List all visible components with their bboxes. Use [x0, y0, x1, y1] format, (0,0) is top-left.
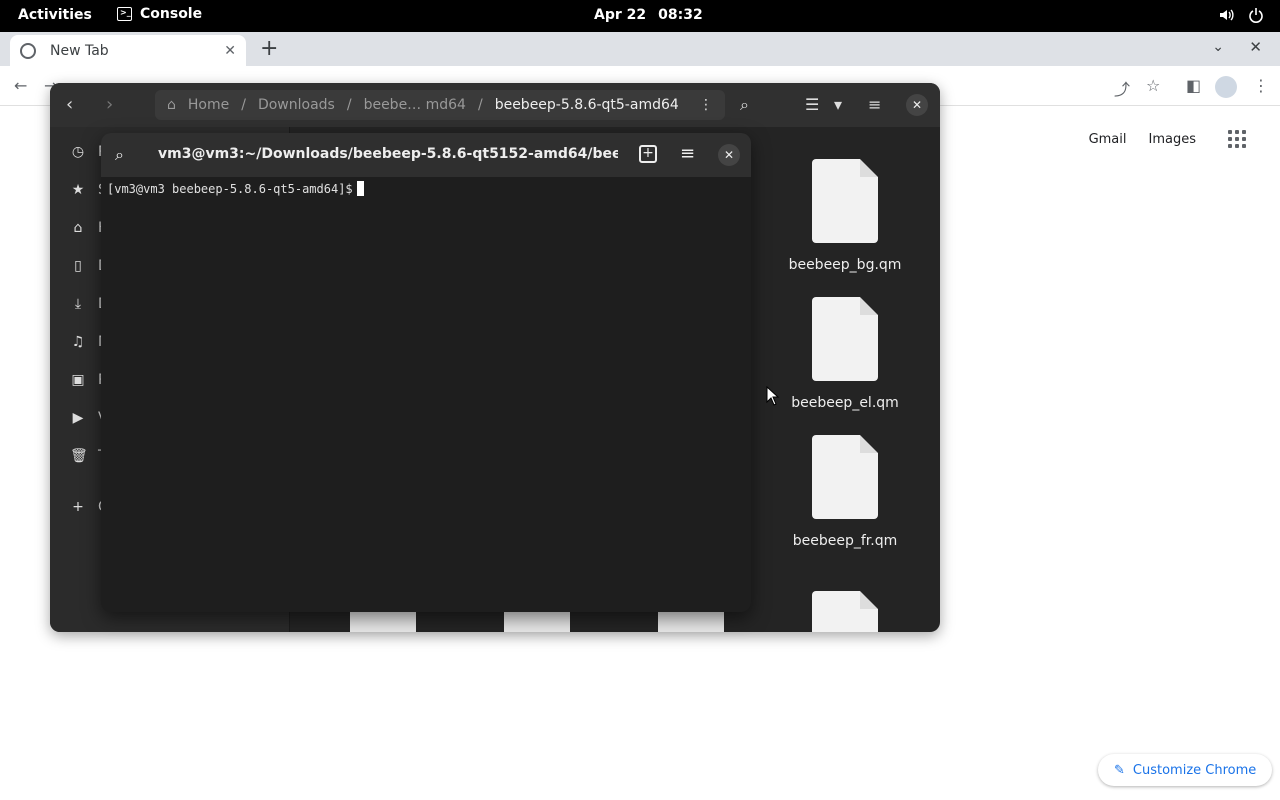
file-icon	[812, 297, 878, 381]
side-panel-icon[interactable]: ◧	[1186, 76, 1201, 95]
customize-label: Customize Chrome	[1132, 762, 1257, 778]
images-link[interactable]: Images	[1149, 132, 1197, 147]
file-item[interactable]: beebeep_bg.qm	[785, 159, 905, 273]
clock-icon: ◷	[71, 144, 85, 160]
tab-search-chevron-icon[interactable]: ⌄	[1212, 39, 1224, 55]
music-icon: ♫	[71, 334, 85, 350]
picture-icon: ▣	[71, 372, 85, 388]
mouse-pointer-icon	[766, 386, 780, 406]
file-thumbnail[interactable]	[504, 611, 570, 632]
file-name: beebeep_fr.qm	[792, 533, 898, 549]
file-icon	[812, 591, 878, 632]
power-icon	[1249, 8, 1263, 23]
home-icon: ⌂	[167, 97, 176, 113]
search-icon[interactable]: ⌕	[740, 95, 749, 115]
top-bar: Activities >_ Console Apr 22 08:32	[0, 0, 1280, 32]
tab-title: New Tab	[50, 42, 109, 59]
home-icon: ⌂	[73, 220, 83, 236]
chrome-tab-strip: New Tab ✕	[0, 32, 1280, 66]
app-name: Console	[140, 6, 203, 22]
chrome-menu-icon[interactable]: ⋮	[1253, 76, 1269, 95]
files-header: ‹ › ⌂ Home / Downloads / beebe… md64 / b…	[50, 83, 940, 127]
customize-chrome-button[interactable]: ✎ Customize Chrome	[1098, 754, 1273, 786]
view-options-chevron-icon[interactable]: ▾	[834, 95, 842, 114]
console-window: ⌕ vm3@vm3:~/Downloads/beebeep-5.8.6-qt51…	[101, 133, 751, 612]
terminal-output[interactable]: [vm3@vm3 beebeep-5.8.6-qt5-amd64]$	[107, 181, 364, 196]
app-menu[interactable]: >_ Console	[117, 6, 202, 22]
download-icon: ⤓	[74, 296, 82, 312]
forward-icon[interactable]: ›	[106, 94, 113, 115]
file-name: beebeep_el.qm	[791, 395, 899, 411]
bookmark-star-icon[interactable]: ☆	[1146, 76, 1160, 95]
console-title: vm3@vm3:~/Downloads/beebeep-5.8.6-qt5152…	[158, 146, 618, 162]
path-home[interactable]: Home	[188, 97, 229, 113]
path-current[interactable]: beebeep-5.8.6-qt5-amd64	[495, 97, 679, 113]
back-arrow-icon[interactable]: ←	[14, 76, 27, 95]
tab-new-tab[interactable]: New Tab ✕	[10, 35, 246, 66]
files-menu-icon[interactable]: ≡	[868, 95, 881, 114]
shell-prompt: [vm3@vm3 beebeep-5.8.6-qt5-amd64]$	[107, 182, 353, 196]
console-icon: >_	[117, 7, 132, 21]
path-downloads[interactable]: Downloads	[258, 97, 335, 113]
path-bar[interactable]: ⌂ Home / Downloads / beebe… md64 / beebe…	[155, 90, 725, 120]
files-close-icon[interactable]: ✕	[906, 94, 928, 116]
file-item[interactable]: beebeep_el.qm	[785, 297, 905, 411]
profile-avatar[interactable]	[1215, 76, 1237, 98]
new-tab-icon[interactable]: +	[639, 145, 657, 163]
chrome-favicon-icon	[20, 42, 36, 59]
trash-icon: 🗑	[70, 448, 88, 464]
file-name: beebeep_bg.qm	[788, 257, 902, 273]
file-item[interactable]: beebeep_fr.qm	[785, 435, 905, 549]
search-icon[interactable]: ⌕	[115, 145, 124, 165]
star-icon: ★	[71, 182, 85, 198]
back-icon[interactable]: ‹	[66, 94, 73, 115]
share-icon[interactable]: ⤴	[1114, 76, 1130, 100]
clock-date: Apr 22	[594, 7, 647, 23]
list-view-icon[interactable]: ☰	[805, 95, 819, 114]
hamburger-menu-icon[interactable]: ≡	[680, 143, 695, 164]
clock-time: 08:32	[658, 7, 703, 23]
file-thumbnail[interactable]	[658, 611, 724, 632]
text-cursor	[356, 181, 364, 196]
document-icon: ▯	[74, 258, 82, 274]
gmail-link[interactable]: Gmail	[1089, 132, 1127, 147]
plus-icon: +	[72, 499, 84, 515]
activities-button[interactable]: Activities	[18, 7, 92, 23]
pencil-icon: ✎	[1114, 762, 1125, 778]
google-apps-icon[interactable]	[1228, 130, 1246, 148]
video-icon: ▶	[72, 410, 84, 426]
clock[interactable]: Apr 22 08:32	[594, 7, 703, 23]
file-icon	[812, 435, 878, 519]
system-menu[interactable]	[1218, 7, 1264, 23]
window-close-icon[interactable]: ✕	[1249, 38, 1262, 56]
console-header: ⌕ vm3@vm3:~/Downloads/beebeep-5.8.6-qt51…	[101, 133, 751, 177]
file-item[interactable]	[785, 591, 905, 632]
path-menu-icon[interactable]: ⋮	[699, 97, 713, 113]
volume-icon	[1220, 9, 1234, 21]
file-thumbnail[interactable]	[350, 611, 416, 632]
google-header-links: Gmail Images	[1089, 130, 1246, 148]
file-icon	[812, 159, 878, 243]
console-close-icon[interactable]: ✕	[718, 144, 740, 166]
tab-close-icon[interactable]: ✕	[224, 43, 236, 59]
new-tab-button[interactable]: +	[260, 36, 278, 61]
path-truncated[interactable]: beebe… md64	[364, 97, 466, 113]
